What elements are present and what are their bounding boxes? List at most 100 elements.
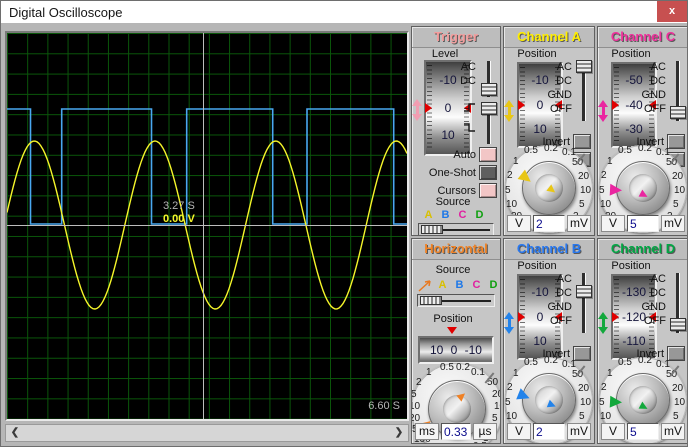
unit-millivolts: mV <box>661 423 685 440</box>
trigger-level-arrows[interactable] <box>412 94 422 126</box>
dial-label: 2 <box>416 377 422 388</box>
horizontal-source-label: Source <box>435 264 471 276</box>
unit-volts: V <box>507 423 531 440</box>
channel-c-position-arrows[interactable] <box>598 95 608 127</box>
channel-d-position-arrows[interactable] <box>598 307 608 339</box>
channel-a-mode-slider[interactable] <box>576 60 592 122</box>
mode-gnd-label: GND <box>641 301 666 313</box>
dial-label: 10 <box>674 397 686 408</box>
dial-label: 2 <box>601 382 607 393</box>
position-label: Position <box>611 48 651 60</box>
mode-gnd-label: GND <box>641 89 666 101</box>
mode-ac-label: AC <box>650 61 666 73</box>
mode-dc-label: DC <box>556 75 572 87</box>
knob-grip[interactable] <box>616 161 670 215</box>
auto-button[interactable] <box>479 147 497 162</box>
dial-label: 10 <box>580 185 592 196</box>
dial-label: 5 <box>599 397 605 408</box>
one-shot-button[interactable] <box>479 165 497 180</box>
dial-label: 20 <box>578 383 590 394</box>
unit-volts: V <box>601 215 625 232</box>
vertical-cursor[interactable] <box>203 33 204 419</box>
trigger-title: Trigger <box>412 27 500 48</box>
horizontal-position-gauge[interactable]: 10 0 -10 <box>418 336 494 364</box>
trigger-coupling-slider[interactable] <box>481 60 497 98</box>
gauge-label: -50 <box>625 73 643 88</box>
mode-off-label: OFF <box>550 103 572 115</box>
source-b-label: B <box>441 209 450 221</box>
channel-b-scale-input[interactable] <box>533 423 565 440</box>
dial-label: 5 <box>673 199 679 210</box>
gauge-label: -30 <box>625 121 643 136</box>
dial-label: 2 <box>601 170 607 181</box>
gauge-marker-left <box>518 100 530 110</box>
knob-pointer-large <box>609 183 623 197</box>
channel-a-scale-input[interactable] <box>533 215 565 232</box>
dial-label: 1 <box>513 368 519 379</box>
dial-label: 5 <box>579 199 585 210</box>
horizontal-cursor[interactable] <box>7 225 407 226</box>
knob-pointer-large <box>609 395 623 409</box>
oscilloscope-display[interactable]: 3.27 S 0.00 V 6.60 S <box>5 31 409 421</box>
dial-label: 10 <box>506 199 518 210</box>
dial-label: 20 <box>492 389 500 400</box>
panel-channel-b: Channel B Position -10 0 10 AC DC GND OF… <box>503 238 595 444</box>
dial-label: 0.5 <box>524 145 538 156</box>
mode-off-label: OFF <box>644 315 666 327</box>
trigger-edge-slider[interactable] <box>481 101 497 145</box>
close-button[interactable]: x <box>657 1 687 22</box>
trigger-source-slider[interactable] <box>418 223 494 235</box>
dial-label: 5 <box>673 411 679 422</box>
horizontal-source-slider[interactable] <box>417 294 495 307</box>
dial-label: 5 <box>599 185 605 196</box>
channel-a-value-row: V mV <box>507 215 591 232</box>
source-c-label: C <box>472 279 481 291</box>
channel-b-mode-slider[interactable] <box>576 272 592 334</box>
scroll-right-button[interactable]: ❯ <box>390 425 408 441</box>
dial-label: 10 <box>600 411 612 422</box>
display-scrollbar[interactable]: ❮ ❯ <box>5 424 409 442</box>
square-wave <box>7 108 407 225</box>
dial-label: 0.2 <box>456 362 470 373</box>
gauge-marker-left <box>425 103 437 113</box>
scroll-left-button[interactable]: ❮ <box>6 425 24 441</box>
dial-label: 10 <box>600 199 612 210</box>
position-label: Position <box>611 260 651 272</box>
channel-d-mode-slider[interactable] <box>670 272 686 334</box>
trigger-source-channels: A B C D <box>420 209 488 221</box>
channel-d-scale-input[interactable] <box>627 423 659 440</box>
gauge-label: 10 <box>533 333 547 348</box>
mode-ac-label: AC <box>556 273 572 285</box>
channel-c-scale-input[interactable] <box>627 215 659 232</box>
rising-edge-icon <box>464 103 475 112</box>
timebase-value-input[interactable] <box>441 423 471 440</box>
unit-millivolts: mV <box>567 215 591 232</box>
panel-channel-d: Channel D Position -130 -120 -110 AC DC … <box>597 238 687 444</box>
level-label: Level <box>431 48 459 60</box>
channel-b-title: Channel B <box>504 239 594 260</box>
dial-label: 5 <box>579 411 585 422</box>
source-c-label: C <box>458 209 467 221</box>
dial-label: 1 <box>607 156 613 167</box>
trigger-body: Level -10 0 10 AC DC Auto One-Shot Curso… <box>412 48 500 235</box>
channel-c-mode-slider[interactable] <box>670 60 686 122</box>
channel-a-position-arrows[interactable] <box>504 95 514 127</box>
channel-b-position-arrows[interactable] <box>504 307 514 339</box>
ramp-source-icon <box>418 280 431 292</box>
dial-label: 1 <box>607 368 613 379</box>
mode-off-label: OFF <box>644 103 666 115</box>
gauge-marker-left <box>612 312 624 322</box>
gauge-label: -10 <box>531 73 549 88</box>
dial-label: 200 <box>422 442 439 443</box>
knob-grip[interactable] <box>616 373 670 427</box>
unit-us: µs <box>473 423 497 440</box>
dial-label: 1 <box>426 367 432 378</box>
cursor-time-label: 3.27 S <box>163 200 195 212</box>
horizontal-position-label: Position <box>433 313 473 325</box>
unit-millivolts: mV <box>661 215 685 232</box>
gauge-label: -10 <box>531 285 549 300</box>
source-d-label: D <box>489 279 498 291</box>
gauge-label: -130 <box>621 285 647 300</box>
dial-label: 5 <box>505 397 511 408</box>
panel-channel-a: Channel A Position -10 0 10 AC DC GND OF… <box>503 26 595 236</box>
